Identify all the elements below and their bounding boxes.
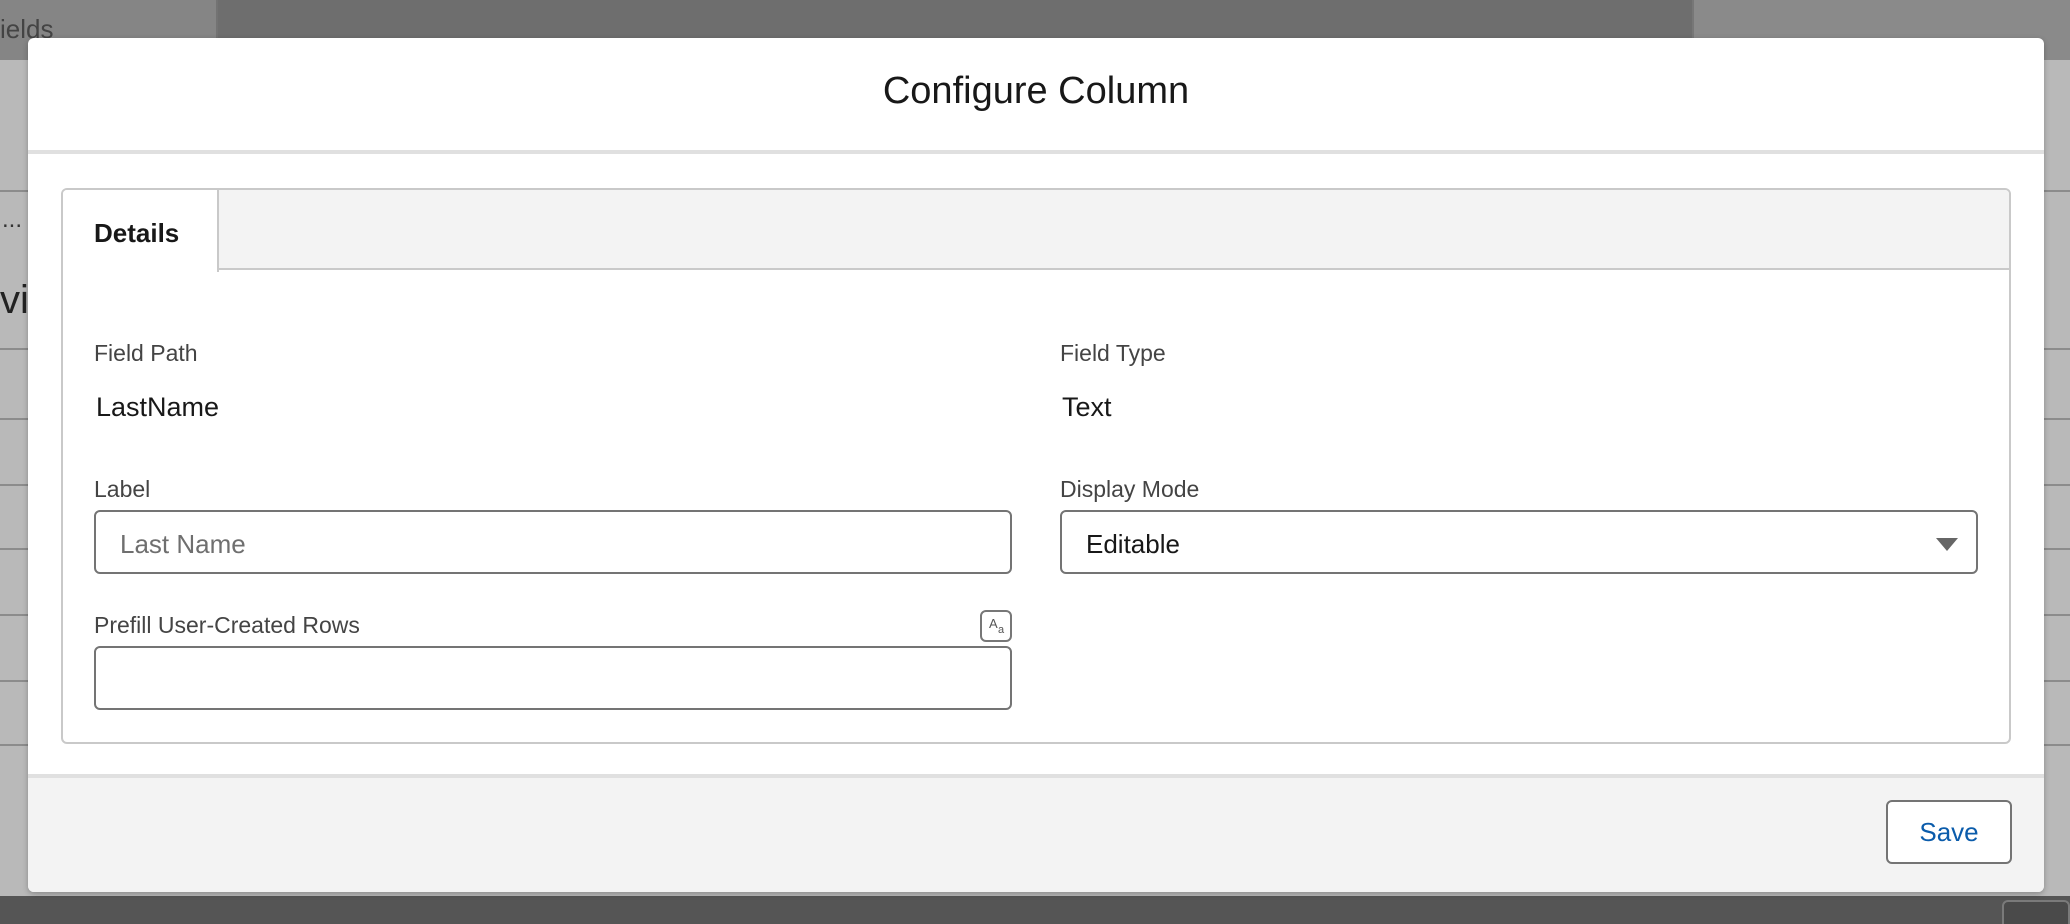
display-mode-value: Editable bbox=[1086, 529, 1180, 559]
field-path-value: LastName bbox=[96, 392, 220, 422]
chevron-down-icon bbox=[1936, 538, 1958, 551]
display-mode-select[interactable]: Editable bbox=[1060, 510, 1978, 574]
tab-strip: Details bbox=[63, 190, 2009, 272]
text-format-icon[interactable]: A a bbox=[980, 610, 1012, 642]
prefill-label: Prefill User-Created Rows bbox=[94, 612, 360, 638]
background-text-ellipsis: ... bbox=[2, 206, 23, 233]
modal-title: Configure Column bbox=[882, 70, 1190, 112]
modal-footer: Save bbox=[28, 774, 2044, 892]
label-input[interactable]: Last Name bbox=[94, 510, 1012, 574]
tab-details[interactable]: Details bbox=[63, 190, 219, 272]
label-field-label: Label bbox=[94, 476, 151, 502]
field-type-label: Field Type bbox=[1060, 340, 1166, 366]
field-path-label: Field Path bbox=[94, 340, 198, 366]
modal-header: Configure Column bbox=[28, 38, 2044, 154]
prefill-input[interactable] bbox=[94, 646, 1012, 710]
save-button[interactable]: Save bbox=[1886, 800, 2012, 864]
background-bottom-bar bbox=[0, 896, 2070, 924]
display-mode-label: Display Mode bbox=[1060, 476, 1200, 502]
background-corner-button bbox=[2002, 900, 2070, 924]
field-type-value: Text bbox=[1062, 392, 1112, 422]
configure-column-modal: Configure Column Details Field Path Last… bbox=[28, 38, 2044, 892]
